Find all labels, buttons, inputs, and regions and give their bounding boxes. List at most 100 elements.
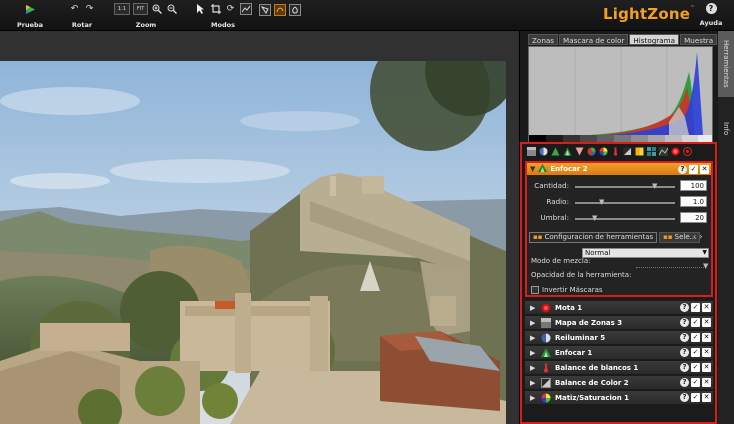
side-tab-herramientas[interactable]: Herramientas [718, 31, 734, 97]
clone-icon[interactable] [683, 147, 692, 156]
tool-row-mota-1[interactable]: ▶ Mota 1 ? ✓ ✕ [525, 301, 713, 316]
active-tool-enfocar-2: ▼ Enfocar 2 ? ✓ ✕ Cantidad: ▼ 100 Radio:… [525, 161, 713, 297]
slider-thumb-radio[interactable]: ▼ [599, 199, 604, 206]
rotate-left-icon[interactable]: ↶ [69, 3, 81, 15]
tool-enable-checkbox[interactable]: ✓ [689, 164, 698, 174]
zone-map-icon[interactable] [527, 147, 536, 156]
hue-saturation-icon [540, 393, 551, 403]
tab-configuracion-de-herramientas[interactable]: ▪▪ Configuracion de herramientas [529, 232, 658, 243]
tool-row-balance-de-color-2[interactable]: ▶ Balance de Color 2 ? ✓ ✕ [525, 376, 713, 391]
sharpen-icon[interactable] [563, 147, 572, 156]
channel-mixer-icon[interactable] [635, 147, 644, 156]
side-tab-info[interactable]: Info [718, 117, 734, 141]
tool-row-mapa-de-zonas-3[interactable]: ▶ Mapa de Zonas 3 ? ✓ ✕ [525, 316, 713, 331]
collapse-triangle-icon[interactable]: ▼ [530, 165, 535, 173]
rotate-mode-icon[interactable]: ⟳ [225, 3, 237, 15]
tab-zonas[interactable]: Zonas [528, 34, 559, 45]
tool-delete-icon[interactable]: ✕ [702, 318, 711, 327]
polygon-region-icon[interactable] [259, 4, 271, 16]
tool-delete-icon[interactable]: ✕ [702, 348, 711, 357]
toolbar-group-prueba: Prueba [12, 2, 48, 30]
tool-help-icon[interactable]: ? [680, 363, 689, 372]
tool-row-balance-de-blancos-1[interactable]: ▶ Balance de blancos 1 ? ✓ ✕ [525, 361, 713, 376]
chevron-down-icon: ▼ [702, 249, 707, 256]
color-balance-icon[interactable] [623, 147, 632, 156]
tool-enable-checkbox[interactable]: ✓ [691, 318, 700, 327]
slider-value-umbral[interactable]: 20 [680, 212, 707, 223]
photo-canvas[interactable] [0, 61, 506, 424]
slider-track-umbral[interactable] [575, 218, 675, 220]
tool-delete-icon[interactable]: ✕ [702, 333, 711, 342]
help-button[interactable]: ? Ayuda [696, 3, 726, 31]
blur-icon[interactable] [575, 147, 584, 156]
expand-triangle-icon[interactable]: ▶ [530, 349, 540, 357]
tab-muestra[interactable]: Muestra [680, 34, 718, 45]
tool-help-icon[interactable]: ? [680, 318, 689, 327]
arrow-cursor-icon[interactable] [195, 3, 207, 15]
blend-mode-select[interactable]: Normal ▼ [582, 248, 709, 258]
tool-delete-icon[interactable]: ✕ [702, 393, 711, 402]
slider-value-radio[interactable]: 1.0 [680, 196, 707, 207]
slider-thumb-umbral[interactable]: ▼ [592, 215, 597, 222]
tool-help-icon[interactable]: ? [680, 348, 689, 357]
levels-icon[interactable] [659, 147, 668, 156]
tool-delete-icon[interactable]: ✕ [702, 303, 711, 312]
tool-help-icon[interactable]: ? [680, 393, 689, 402]
tool-enable-checkbox[interactable]: ✓ [691, 333, 700, 342]
zoom-fit-button[interactable]: FIT [132, 3, 149, 15]
crop-icon[interactable] [210, 3, 222, 15]
tool-help-icon[interactable]: ? [680, 303, 689, 312]
invert-masks-checkbox[interactable] [531, 286, 539, 294]
slider-value-cantidad[interactable]: 100 [680, 180, 707, 191]
tool-help-icon[interactable]: ? [678, 164, 687, 174]
tool-enable-checkbox[interactable]: ✓ [691, 348, 700, 357]
hue-saturation-icon[interactable] [599, 147, 608, 156]
arrow-right-icon[interactable]: › [699, 232, 705, 241]
zoom-out-icon[interactable] [166, 3, 178, 15]
proof-play-icon[interactable] [24, 3, 36, 15]
opacity-slider-thumb[interactable]: ▼ [703, 262, 708, 270]
tool-row-enfocar-1[interactable]: ▶ Enfocar 1 ? ✓ ✕ [525, 346, 713, 361]
tool-enable-checkbox[interactable]: ✓ [691, 393, 700, 402]
noise-reduction-icon[interactable] [551, 147, 560, 156]
slider-row-umbral: Umbral: ▼ 20 [527, 212, 711, 224]
tool-help-icon[interactable]: ? [680, 378, 689, 387]
white-balance-icon[interactable] [611, 147, 620, 156]
tool-enable-checkbox[interactable]: ✓ [691, 363, 700, 372]
spline-region-icon[interactable] [274, 4, 286, 16]
tool-enable-checkbox[interactable]: ✓ [691, 303, 700, 312]
expand-triangle-icon[interactable]: ▶ [530, 394, 540, 402]
tool-delete-icon[interactable]: ✕ [702, 378, 711, 387]
tool-enable-checkbox[interactable]: ✓ [691, 378, 700, 387]
tab-histograma[interactable]: Histograma [629, 34, 680, 45]
tool-delete-icon[interactable]: ✕ [700, 164, 709, 174]
active-tool-title: Enfocar 2 [550, 165, 588, 173]
tool-help-icon[interactable]: ? [680, 333, 689, 342]
bezier-region-icon[interactable] [289, 4, 301, 16]
spot-icon[interactable] [671, 147, 680, 156]
opacity-slider[interactable] [636, 267, 706, 268]
slider-track-cantidad[interactable] [575, 186, 675, 188]
slider-thumb-cantidad[interactable]: ▼ [652, 183, 657, 190]
tool-row-reiluminar-5[interactable]: ▶ Reiluminar 5 ? ✓ ✕ [525, 331, 713, 346]
tab-mascara-de-color[interactable]: Mascara de color [559, 34, 629, 45]
rotate-right-icon[interactable]: ↷ [84, 3, 96, 15]
zoom-1-1-button[interactable]: 1:1 [114, 3, 130, 15]
region-mode-icon[interactable] [239, 3, 252, 15]
color-wheel-icon[interactable] [587, 147, 596, 156]
zoom-in-icon[interactable] [151, 3, 163, 15]
subtab-scroll-arrows[interactable]: ‹› [693, 232, 705, 241]
expand-triangle-icon[interactable]: ▶ [530, 379, 540, 387]
active-tool-header[interactable]: ▼ Enfocar 2 ? ✓ ✕ [527, 163, 711, 175]
expand-triangle-icon[interactable]: ▶ [530, 319, 540, 327]
tool-stack: ▶ Mota 1 ? ✓ ✕ ▶ Mapa de Zonas 3 ? ✓ ✕ ▶ Rei… [525, 301, 713, 406]
expand-triangle-icon[interactable]: ▶ [530, 334, 540, 342]
slider-track-radio[interactable] [575, 202, 675, 204]
expand-triangle-icon[interactable]: ▶ [530, 364, 540, 372]
tool-name: Enfocar 1 [555, 348, 593, 357]
relight-icon[interactable] [539, 147, 548, 156]
tool-row-matiz-saturacion-1[interactable]: ▶ Matiz/Saturacion 1 ? ✓ ✕ [525, 391, 713, 406]
expand-triangle-icon[interactable]: ▶ [530, 304, 540, 312]
tool-delete-icon[interactable]: ✕ [702, 363, 711, 372]
grid-icon[interactable] [647, 147, 656, 156]
